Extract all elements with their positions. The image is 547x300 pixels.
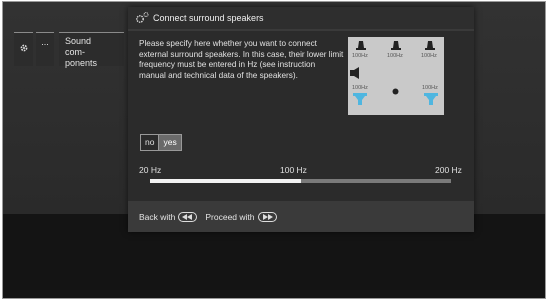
surround-right-speaker-icon bbox=[424, 93, 438, 105]
side-speaker-icon bbox=[350, 67, 359, 79]
dialog-description: Please specify here whether you want to … bbox=[139, 39, 344, 80]
dialog-header: Connect surround speakers bbox=[128, 7, 474, 29]
freq-max-label: 200 Hz bbox=[435, 165, 462, 175]
front-left-freq: 100Hz bbox=[352, 53, 368, 59]
settings-gears-icon bbox=[136, 12, 149, 23]
freq-min-label: 20 Hz bbox=[139, 165, 162, 175]
back-button-icon[interactable] bbox=[178, 212, 198, 222]
frequency-slider[interactable] bbox=[150, 179, 451, 183]
back-label: Back with bbox=[139, 212, 176, 222]
center-freq: 100Hz bbox=[387, 53, 403, 59]
gear-icon bbox=[20, 44, 27, 52]
front-right-freq: 100Hz bbox=[421, 53, 437, 59]
listener-position-icon bbox=[392, 88, 399, 95]
breadcrumb-more[interactable]: ... bbox=[36, 32, 54, 66]
side-freq: 100Hz bbox=[352, 85, 368, 91]
dialog-footer: Back with Proceed with bbox=[139, 212, 285, 222]
proceed-button-icon[interactable] bbox=[257, 212, 277, 222]
breadcrumb-more-label: ... bbox=[41, 37, 49, 47]
frequency-slider-fill bbox=[150, 179, 301, 183]
dialog-body: Please specify here whether you want to … bbox=[128, 31, 474, 201]
surround-right-freq: 100Hz bbox=[422, 85, 438, 91]
surround-toggle: no yes bbox=[140, 134, 182, 151]
connect-surround-dialog: Connect surround speakers Please specify… bbox=[128, 7, 474, 232]
freq-mid-label: 100 Hz bbox=[280, 165, 307, 175]
speaker-layout-diagram: 100Hz 100Hz 100Hz 100Hz 100Hz bbox=[348, 37, 444, 115]
proceed-label: Proceed with bbox=[205, 212, 255, 222]
breadcrumb-settings[interactable] bbox=[14, 32, 33, 66]
toggle-no[interactable]: no bbox=[141, 135, 158, 150]
breadcrumb-sound-components[interactable]: Sound com- ponents bbox=[59, 32, 124, 68]
tv-screen: ... Sound com- ponents Connect surround … bbox=[2, 1, 546, 299]
dialog-title: Connect surround speakers bbox=[153, 13, 264, 23]
front-right-speaker-icon bbox=[425, 41, 435, 50]
front-left-speaker-icon bbox=[356, 41, 366, 50]
center-speaker-icon bbox=[391, 41, 401, 50]
breadcrumb-sound-components-label: Sound com- ponents bbox=[65, 36, 98, 68]
surround-left-speaker-icon bbox=[353, 93, 367, 105]
toggle-yes[interactable]: yes bbox=[158, 135, 181, 150]
